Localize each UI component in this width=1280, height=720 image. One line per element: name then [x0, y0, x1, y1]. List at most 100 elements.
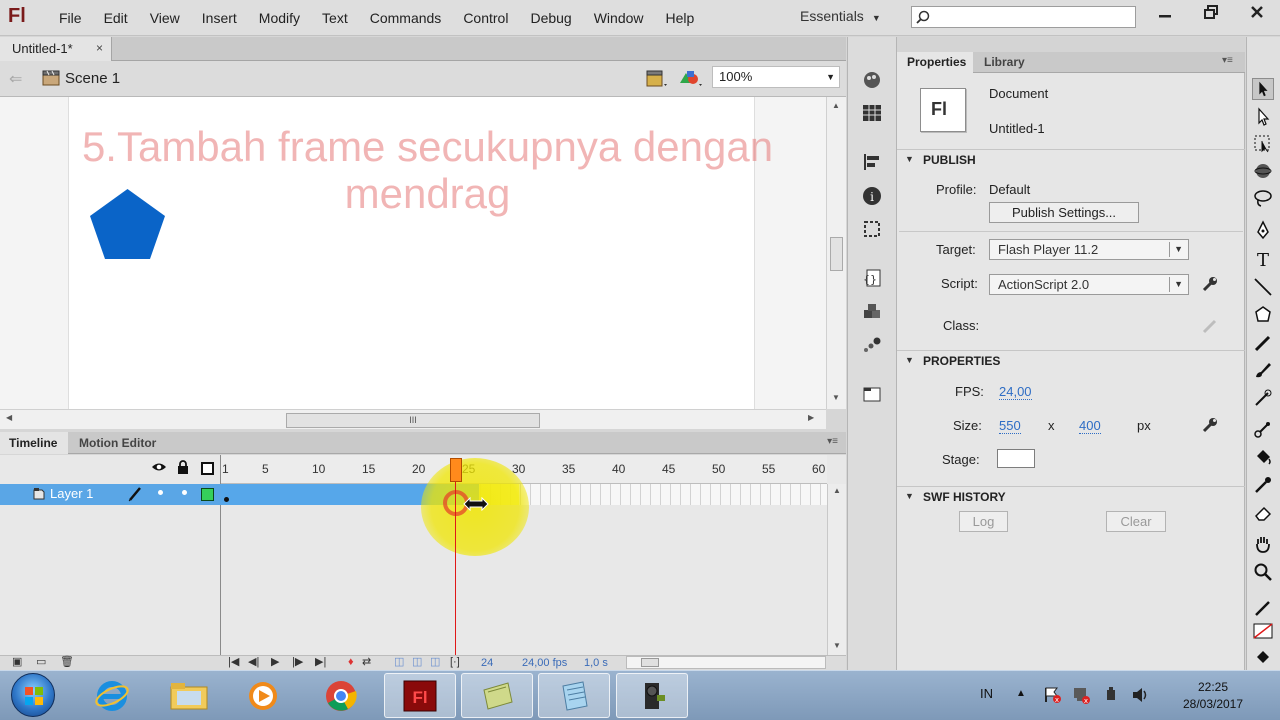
layer-lock-dot[interactable] — [182, 490, 187, 495]
system-clock[interactable]: 22:25 28/03/2017 — [1180, 679, 1246, 713]
taskbar-explorer[interactable] — [153, 673, 225, 718]
taskbar-notepad[interactable] — [538, 673, 610, 718]
timeline-horizontal-scrollbar[interactable] — [626, 656, 826, 669]
stage-color-swatch[interactable] — [997, 449, 1035, 468]
scroll-down-arrow-icon[interactable]: ▼ — [832, 393, 840, 402]
restore-icon[interactable] — [1188, 0, 1234, 24]
deco-tool-icon[interactable] — [1252, 387, 1274, 409]
go-to-first-frame-icon[interactable]: |◀ — [228, 656, 239, 669]
3d-rotation-tool-icon[interactable] — [1252, 160, 1274, 182]
workspace-switcher[interactable]: Essentials ▼ — [800, 8, 881, 24]
menu-help[interactable]: Help — [655, 10, 706, 26]
scroll-up-arrow-icon[interactable]: ▲ — [832, 101, 840, 110]
go-to-last-frame-icon[interactable]: ▶| — [315, 656, 326, 669]
eyedropper-tool-icon[interactable] — [1252, 474, 1274, 496]
code-snippets-icon[interactable]: {} — [861, 268, 883, 288]
fill-color-swatch-icon[interactable] — [1252, 620, 1274, 642]
panel-menu-icon[interactable]: ▾≡ — [827, 436, 838, 447]
stage-vertical-scrollbar[interactable]: ▲ ▼ — [826, 97, 846, 409]
scroll-thumb[interactable]: III — [286, 413, 540, 428]
onion-skin-outlines-icon[interactable]: ◫ — [412, 656, 422, 669]
onion-skin-icon[interactable]: ◫ — [394, 656, 404, 669]
minimize-icon[interactable] — [1142, 0, 1188, 24]
layer-outline-color[interactable] — [201, 488, 214, 501]
delete-layer-icon[interactable]: 🗑 — [60, 656, 74, 669]
frame-rate[interactable]: 24,00 fps — [522, 657, 567, 669]
selection-tool-icon[interactable] — [1252, 78, 1274, 100]
back-arrow-icon[interactable]: ⇐ — [9, 69, 22, 89]
tab-timeline[interactable]: Timeline — [0, 432, 68, 454]
fps-value[interactable]: 24,00 — [999, 385, 1032, 400]
taskbar-media-player[interactable] — [228, 673, 300, 718]
menu-modify[interactable]: Modify — [248, 10, 311, 26]
color-icon[interactable] — [861, 70, 883, 90]
swf-history-section-header[interactable]: ▼ SWF HISTORY — [897, 486, 1245, 506]
script-select[interactable]: ActionScript 2.0 ▼ — [989, 274, 1189, 295]
zoom-tool-icon[interactable] — [1252, 561, 1274, 583]
publish-settings-button[interactable]: Publish Settings... — [989, 202, 1139, 223]
outline-icon[interactable] — [201, 462, 214, 475]
power-icon[interactable] — [1103, 686, 1121, 704]
zoom-select[interactable]: 100% ▼ — [712, 66, 840, 88]
menu-control[interactable]: Control — [452, 10, 519, 26]
info-icon[interactable]: i — [861, 186, 883, 206]
eye-icon[interactable] — [151, 461, 167, 473]
volume-icon[interactable] — [1131, 686, 1151, 704]
taskbar-chrome[interactable] — [306, 673, 378, 718]
menu-window[interactable]: Window — [583, 10, 655, 26]
scroll-thumb[interactable] — [641, 658, 659, 667]
show-hidden-icons-icon[interactable]: ▲ — [1016, 688, 1026, 699]
layer-visible-dot[interactable] — [158, 490, 163, 495]
keyframe-marker[interactable] — [224, 497, 229, 502]
rectangle-tool-icon[interactable] — [1252, 304, 1274, 326]
menu-insert[interactable]: Insert — [191, 10, 248, 26]
height-value[interactable]: 400 — [1079, 419, 1101, 434]
modify-markers-icon[interactable]: [·] — [450, 656, 460, 669]
action-center-icon[interactable]: x — [1043, 686, 1063, 704]
document-tab[interactable]: Untitled-1* × — [0, 37, 112, 61]
tab-motion-editor[interactable]: Motion Editor — [70, 432, 170, 454]
step-back-icon[interactable]: ◀| — [248, 656, 259, 669]
pencil-tool-icon[interactable] — [1252, 332, 1274, 354]
wrench-icon[interactable] — [1202, 276, 1218, 292]
new-folder-icon[interactable]: ▭ — [36, 656, 46, 669]
components-icon[interactable] — [861, 302, 883, 322]
align-icon[interactable] — [861, 152, 883, 172]
scroll-thumb[interactable] — [830, 237, 843, 271]
hand-tool-icon[interactable] — [1252, 533, 1274, 555]
new-layer-icon[interactable]: ▣ — [12, 656, 22, 669]
frame-ruler[interactable]: 151015202530354045505560 — [221, 455, 827, 484]
menu-commands[interactable]: Commands — [359, 10, 453, 26]
fill-bucket-swatch-icon[interactable] — [1252, 646, 1274, 668]
menu-edit[interactable]: Edit — [93, 10, 139, 26]
document-name[interactable]: Untitled-1 — [989, 121, 1045, 136]
playhead-handle[interactable] — [450, 458, 462, 482]
scroll-left-arrow-icon[interactable]: ◀ — [6, 413, 12, 422]
tab-library[interactable]: Library — [975, 52, 1035, 73]
brush-tool-icon[interactable] — [1252, 359, 1274, 381]
menu-text[interactable]: Text — [311, 10, 359, 26]
edit-class-pencil-icon[interactable] — [1202, 318, 1218, 334]
timeline-vertical-scrollbar[interactable]: ▲ ▼ — [827, 484, 846, 655]
clear-button[interactable]: Clear — [1106, 511, 1166, 532]
taskbar-app[interactable] — [461, 673, 533, 718]
loop-icon[interactable]: ⇄ — [362, 656, 371, 669]
stage-horizontal-scrollbar[interactable]: ◀ III ▶ — [0, 409, 826, 429]
edit-symbols-icon[interactable] — [678, 69, 704, 89]
pen-tool-icon[interactable] — [1252, 220, 1274, 242]
start-button-icon[interactable] — [11, 673, 55, 717]
taskbar-flash[interactable]: Fl — [384, 673, 456, 718]
menu-file[interactable]: File — [48, 10, 93, 26]
text-tool-icon[interactable]: T — [1252, 248, 1274, 270]
play-icon[interactable]: ▶ — [271, 656, 279, 669]
eraser-tool-icon[interactable] — [1252, 502, 1274, 524]
taskbar-camera-app[interactable] — [616, 673, 688, 718]
properties-section-header[interactable]: ▼ PROPERTIES — [897, 350, 1245, 370]
project-icon[interactable] — [861, 384, 883, 404]
log-button[interactable]: Log — [959, 511, 1008, 532]
close-tab-icon[interactable]: × — [96, 41, 103, 55]
lasso-tool-icon[interactable] — [1252, 187, 1274, 209]
motion-presets-icon[interactable] — [861, 335, 883, 355]
search-input[interactable] — [934, 7, 1124, 27]
width-value[interactable]: 550 — [999, 419, 1021, 434]
